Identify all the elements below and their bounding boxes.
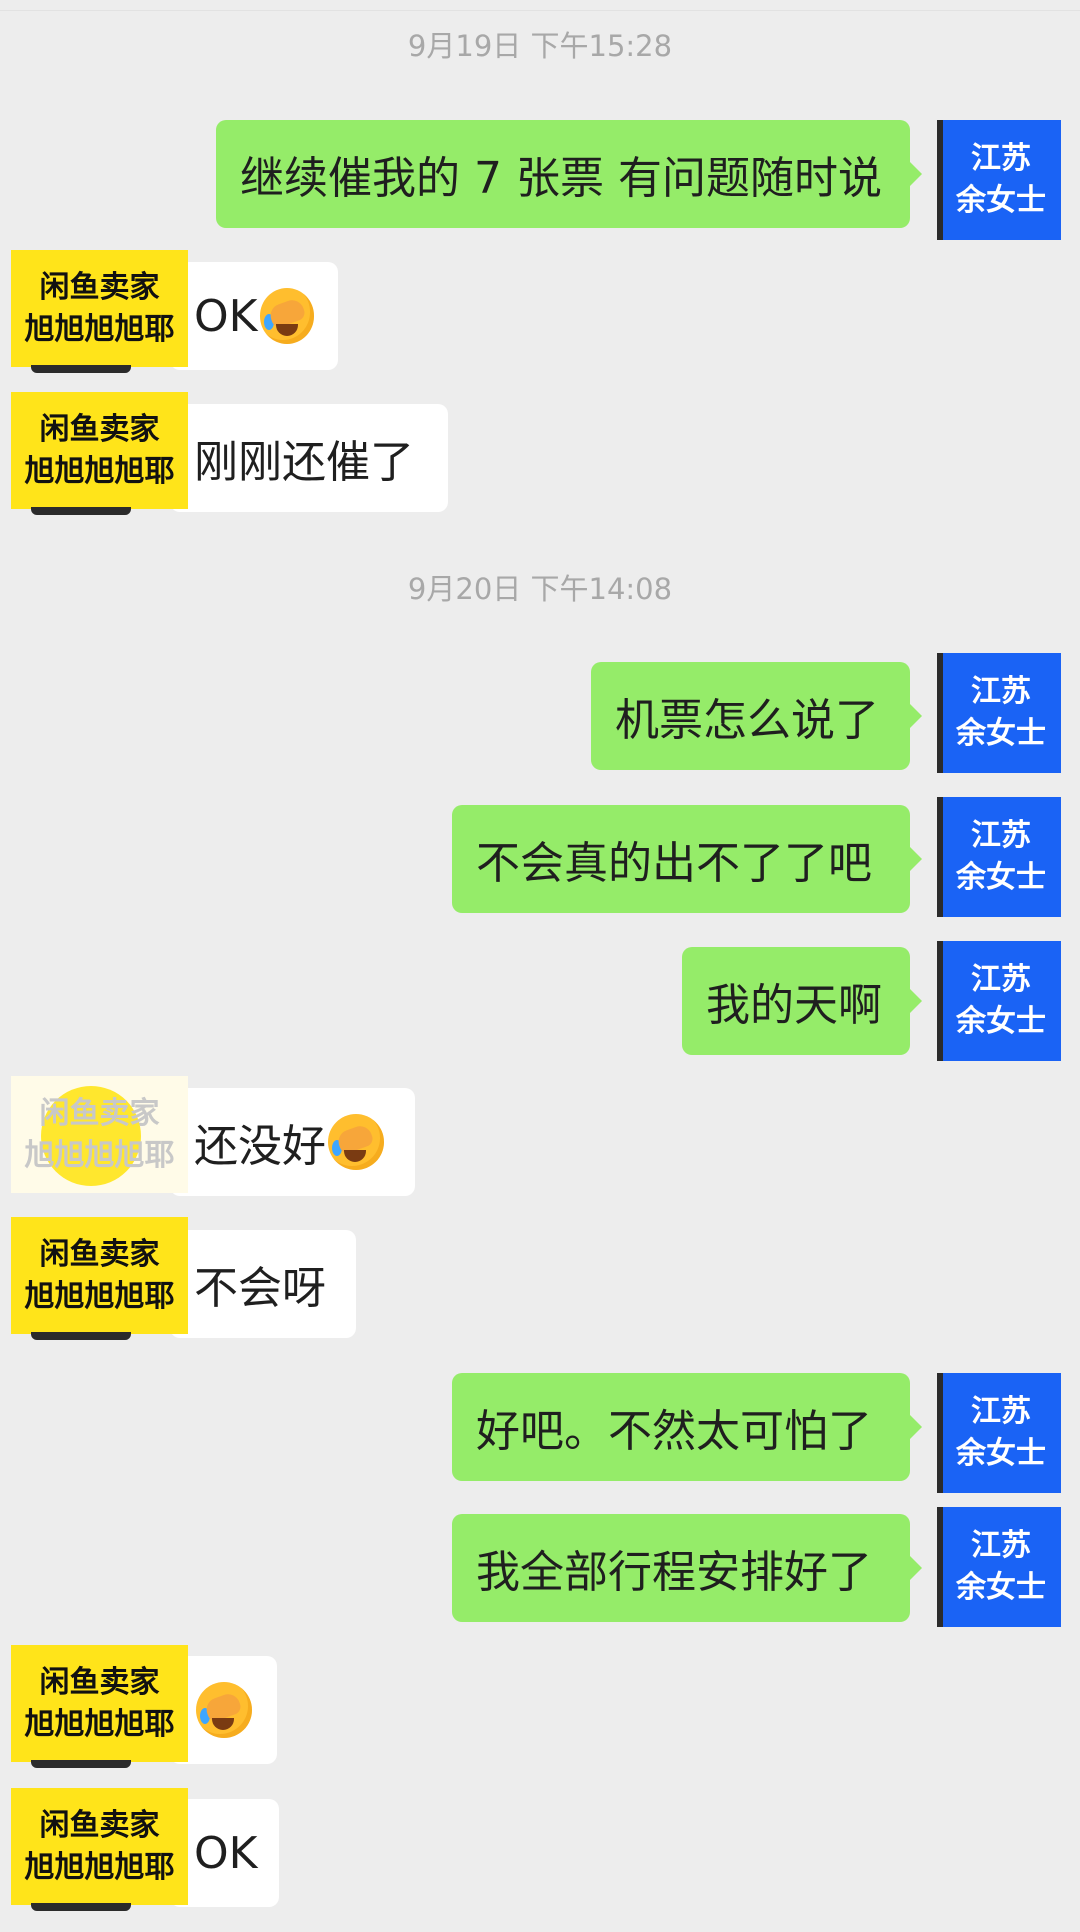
avatar-label: 江苏: [971, 1394, 1031, 1429]
message-text: 我全部行程安排好了: [476, 1547, 872, 1598]
message-text: 继续催我的 7 张票 有问题随时说: [240, 153, 882, 204]
avatar-label: 江苏: [971, 818, 1031, 853]
message-bubble[interactable]: 我全部行程安排好了: [452, 1514, 922, 1622]
message-text: 我的天啊: [706, 980, 882, 1031]
avatar-label: 余女士: [956, 860, 1046, 895]
avatar-label: 闲鱼卖家: [39, 1236, 160, 1272]
avatar-label: 江苏: [971, 141, 1031, 176]
top-divider: [0, 10, 1080, 11]
avatar-label: 余女士: [956, 716, 1046, 751]
message-bubble[interactable]: 继续催我的 7 张票 有问题随时说: [216, 120, 922, 228]
message-text: 不会呀: [194, 1263, 326, 1314]
message-bubble[interactable]: 还没好: [170, 1088, 415, 1196]
avatar[interactable]: 江苏 余女士: [937, 1373, 1061, 1493]
avatar[interactable]: 江苏 余女士: [937, 797, 1061, 917]
avatar-label: 余女士: [956, 1004, 1046, 1039]
avatar-label: 闲鱼卖家: [39, 1664, 160, 1700]
avatar-label: 江苏: [971, 962, 1031, 997]
facepalm-emoji-icon: [259, 288, 314, 344]
message-bubble[interactable]: 刚刚还催了: [170, 404, 448, 512]
avatar-label: 江苏: [971, 674, 1031, 709]
message-bubble[interactable]: 不会呀: [170, 1230, 356, 1338]
message-bubble[interactable]: 不会真的出不了了吧: [452, 805, 922, 913]
avatar[interactable]: 闲鱼卖家 旭旭旭旭耶: [11, 1788, 188, 1911]
avatar[interactable]: 闲鱼卖家 旭旭旭旭耶: [11, 1645, 188, 1768]
facepalm-emoji-icon: [196, 1682, 252, 1738]
avatar[interactable]: 闲鱼卖家 旭旭旭旭耶: [11, 1076, 188, 1193]
avatar[interactable]: 江苏 余女士: [937, 1507, 1061, 1627]
avatar-label: 闲鱼卖家: [39, 1095, 160, 1131]
timestamp: 9月20日 下午14:08: [407, 572, 673, 606]
message-bubble[interactable]: OK: [170, 262, 338, 370]
avatar-label: 余女士: [956, 183, 1046, 218]
avatar-label: 闲鱼卖家: [39, 269, 160, 305]
message-text: 好吧。不然太可怕了: [476, 1406, 872, 1457]
avatar[interactable]: 闲鱼卖家 旭旭旭旭耶: [11, 392, 188, 515]
avatar[interactable]: 江苏 余女士: [937, 941, 1061, 1061]
avatar-label: 旭旭旭旭耶: [24, 453, 175, 489]
avatar-label: 闲鱼卖家: [39, 411, 160, 447]
avatar-label: 余女士: [956, 1436, 1046, 1471]
avatar[interactable]: 江苏 余女士: [937, 653, 1061, 773]
avatar[interactable]: 闲鱼卖家 旭旭旭旭耶: [11, 250, 188, 373]
avatar-label: 余女士: [956, 1570, 1046, 1605]
avatar-label: 闲鱼卖家: [39, 1807, 160, 1843]
message-text: 不会真的出不了了吧: [476, 838, 872, 889]
message-text: 还没好: [194, 1121, 326, 1172]
avatar-label: 旭旭旭旭耶: [24, 1849, 175, 1885]
avatar[interactable]: 江苏 余女士: [937, 120, 1061, 240]
message-text: OK: [194, 290, 258, 342]
message-text: OK: [194, 1827, 258, 1879]
avatar-label: 江苏: [971, 1528, 1031, 1563]
message-bubble[interactable]: 机票怎么说了: [591, 662, 922, 770]
message-text: 刚刚还催了: [194, 437, 414, 488]
message-bubble[interactable]: 好吧。不然太可怕了: [452, 1373, 922, 1481]
timestamp: 9月19日 下午15:28: [407, 29, 673, 63]
avatar-label: 旭旭旭旭耶: [24, 1706, 175, 1742]
message-text: 机票怎么说了: [615, 695, 879, 746]
avatar[interactable]: 闲鱼卖家 旭旭旭旭耶: [11, 1217, 188, 1340]
message-bubble[interactable]: 我的天啊: [682, 947, 922, 1055]
avatar-label: 旭旭旭旭耶: [24, 311, 175, 347]
facepalm-emoji-icon: [328, 1114, 384, 1170]
avatar-label: 旭旭旭旭耶: [24, 1137, 175, 1173]
avatar-label: 旭旭旭旭耶: [24, 1278, 175, 1314]
